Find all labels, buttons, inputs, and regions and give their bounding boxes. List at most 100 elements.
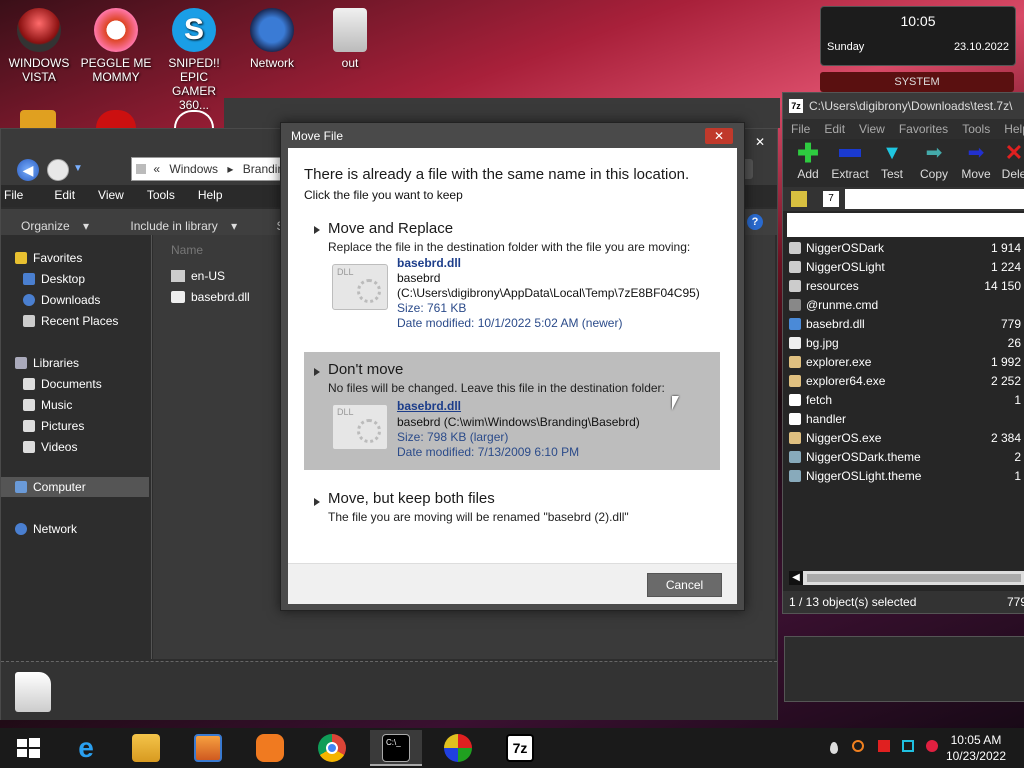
back-button[interactable]: ◀ <box>17 159 39 181</box>
list-item[interactable]: fetch 1 <box>789 391 1024 410</box>
taskbar-clock[interactable]: 10:05 AM 10/23/2022 <box>946 732 1006 764</box>
dialog-title: Move File <box>291 129 344 143</box>
nav-label: Documents <box>41 377 102 391</box>
desktop-icon-peggle[interactable]: PEGGLE ME MOMMY <box>78 0 154 84</box>
test-button[interactable]: ▼ Test <box>871 143 913 181</box>
menu-file[interactable]: File <box>1 185 32 202</box>
horizontal-scrollbar[interactable]: ◀ <box>789 571 1024 585</box>
tray-droplet-icon[interactable] <box>830 742 838 754</box>
file-name: NiggerOSDark <box>806 241 885 255</box>
tray-network-icon[interactable] <box>902 740 914 752</box>
game-icon[interactable] <box>444 734 472 762</box>
menu-favorites[interactable]: Favorites <box>891 119 954 139</box>
file-name: basebrd.dll <box>397 256 462 270</box>
list-item[interactable]: resources 14 150 <box>789 277 1024 296</box>
menu-tools[interactable]: Tools <box>133 185 184 202</box>
list-item[interactable]: @runme.cmd <box>789 296 1024 315</box>
nav-downloads[interactable]: Downloads <box>23 291 100 309</box>
scroll-thumb[interactable] <box>807 574 1021 582</box>
list-item-selected[interactable]: basebrd.dll 779 <box>789 315 1024 334</box>
explorer-icon[interactable] <box>132 734 160 762</box>
chrome-icon[interactable] <box>318 734 346 762</box>
list-item[interactable]: NiggerOS.exe 2 384 <box>789 429 1024 448</box>
tray-flag-icon[interactable] <box>878 740 890 752</box>
menu-edit[interactable]: Edit <box>816 119 851 139</box>
list-item[interactable]: basebrd.dll <box>171 290 250 304</box>
nav-network[interactable]: Network <box>15 520 77 538</box>
move-and-replace-option[interactable]: Move and Replace Replace the file in the… <box>304 216 720 336</box>
close-icon[interactable]: ✕ <box>705 128 733 144</box>
list-item[interactable]: explorer64.exe 2 252 <box>789 372 1024 391</box>
ie-icon[interactable]: e <box>72 734 100 762</box>
nav-videos[interactable]: Videos <box>23 438 77 456</box>
path-input[interactable] <box>845 189 1024 209</box>
cancel-button[interactable]: Cancel <box>647 573 722 597</box>
file-size: 2 <box>1014 450 1021 464</box>
desktop-icon-out[interactable]: out <box>312 0 388 70</box>
menu-view[interactable]: View <box>851 119 891 139</box>
nav-favorites[interactable]: Favorites <box>15 249 82 267</box>
keep-both-option[interactable]: Move, but keep both files The file you a… <box>304 486 720 536</box>
sevenzip-icon[interactable]: 7z <box>506 734 534 762</box>
list-item[interactable]: NiggerOSLight.theme 1 <box>789 467 1024 486</box>
list-item[interactable]: NiggerOSDark 1 914 <box>789 239 1024 258</box>
list-item[interactable]: NiggerOSLight 1 224 <box>789 258 1024 277</box>
move-button[interactable]: ➡ Move <box>955 143 997 181</box>
option-desc: No files will be changed. Leave this fil… <box>328 381 665 395</box>
nav-music[interactable]: Music <box>23 396 72 414</box>
nav-label: Libraries <box>33 356 80 370</box>
close-icon[interactable]: ✕ <box>751 135 769 149</box>
column-header[interactable] <box>787 213 1024 237</box>
menu-view[interactable]: View <box>84 185 133 202</box>
forward-button[interactable] <box>47 159 69 181</box>
nav-pictures[interactable]: Pictures <box>23 417 84 435</box>
dont-move-option[interactable]: Don't move No files will be changed. Lea… <box>304 352 720 470</box>
tray-volume-icon[interactable] <box>926 740 938 752</box>
include-library-button[interactable]: Include in library ▾ <box>102 209 247 233</box>
list-item[interactable]: bg.jpg 26 <box>789 334 1024 353</box>
nav-documents[interactable]: Documents <box>23 375 102 393</box>
menu-file[interactable]: File <box>783 119 816 139</box>
extract-button[interactable]: Extract <box>829 143 871 181</box>
delete-button[interactable]: ✕ Dele <box>993 142 1024 182</box>
nav-libraries[interactable]: Libraries <box>15 354 79 372</box>
list-item[interactable]: explorer.exe 1 992 <box>789 353 1024 372</box>
desktop-icon-vista[interactable]: WINDOWS VISTA <box>1 0 77 84</box>
address-bar[interactable]: « Windows ▸ Brandin <box>131 157 281 181</box>
file-name: NiggerOS.exe <box>806 431 882 445</box>
background-window <box>784 636 1024 702</box>
organize-button[interactable]: Organize ▾ <box>1 209 99 233</box>
folder-icon <box>789 280 801 292</box>
gear-icon <box>357 419 381 443</box>
breadcrumb-windows[interactable]: Windows <box>169 162 218 176</box>
start-icon[interactable] <box>14 734 42 762</box>
cmd-icon[interactable]: C:\_ <box>382 734 410 762</box>
scroll-left-icon[interactable]: ◀ <box>789 571 803 585</box>
nav-recent[interactable]: Recent Places <box>23 312 118 330</box>
desktop-icon-sniped[interactable]: S SNIPED!! EPIC GAMER 360... <box>156 0 232 112</box>
breadcrumb-branding[interactable]: Brandin <box>243 162 280 176</box>
list-item[interactable]: handler <box>789 410 1024 429</box>
copy-button[interactable]: ➡ Copy <box>913 143 955 181</box>
menu-help[interactable]: Help <box>184 185 232 202</box>
sevenzip-toolbar: ✚ Add Extract ▼ Test ➡ Copy ➡ Move ✕ Dele <box>783 139 1024 187</box>
tray-search-icon[interactable] <box>852 740 864 752</box>
skype-icon: S <box>172 8 216 52</box>
nav-computer[interactable]: Computer <box>15 478 86 496</box>
menu-help[interactable]: Help <box>996 119 1024 139</box>
menu-tools[interactable]: Tools <box>954 119 996 139</box>
help-icon[interactable]: ? <box>747 214 763 230</box>
add-button[interactable]: ✚ Add <box>787 140 829 181</box>
list-item[interactable]: NiggerOSDark.theme 2 <box>789 448 1024 467</box>
media-player-icon[interactable] <box>194 734 222 762</box>
chevron-down-icon[interactable]: ▼ <box>73 163 83 174</box>
uc-browser-icon[interactable] <box>256 734 284 762</box>
folder-up-icon[interactable] <box>791 191 807 207</box>
check-icon: ▼ <box>882 142 902 164</box>
nav-desktop[interactable]: Desktop <box>23 270 85 288</box>
file-icon <box>789 413 801 425</box>
desktop-icon-network[interactable]: Network <box>234 0 310 70</box>
column-header-name[interactable]: Name <box>171 243 203 257</box>
menu-edit[interactable]: Edit <box>32 185 84 202</box>
list-item[interactable]: en-US <box>171 269 225 283</box>
